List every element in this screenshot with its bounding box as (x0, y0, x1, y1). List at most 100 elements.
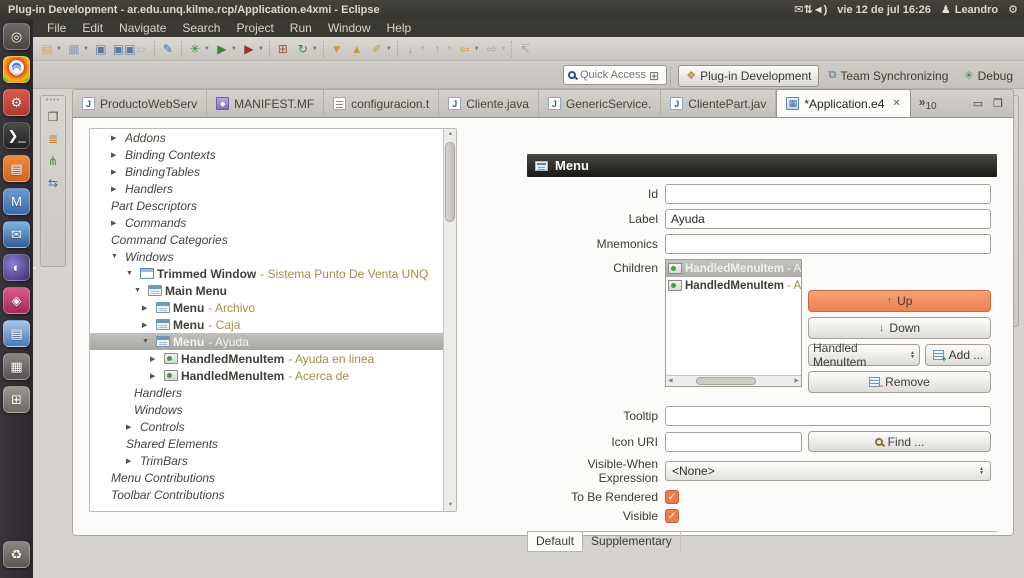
dropdown-arrow-icon[interactable]: ▼ (447, 46, 453, 52)
toolbar-button[interactable]: ▱ ▼ (131, 39, 151, 59)
tree-row[interactable]: Part Descriptors (90, 197, 456, 214)
toolbar-button[interactable]: ✎ ▼ (158, 39, 178, 59)
launcher-item[interactable]: ▸ ✉ ◂ (3, 221, 30, 248)
dropdown-arrow-icon[interactable]: ▼ (420, 46, 426, 52)
editor-tab[interactable]: ClientePart.jav (661, 90, 776, 117)
tooltip-field[interactable] (665, 406, 991, 426)
dropdown-arrow-icon[interactable]: ▼ (501, 46, 507, 52)
launcher-item[interactable]: ▸ ◎ ◂ (3, 23, 30, 50)
menu-item[interactable]: Run (282, 19, 320, 37)
visible-when-combo[interactable]: <None> ▲▼ (665, 461, 991, 481)
scroll-down-arrow[interactable]: ▼ (445, 500, 456, 511)
tree-row[interactable]: ▼ Menu Ayuda (90, 333, 456, 350)
toolbar-button[interactable]: ▲ ▼ (347, 39, 367, 59)
tree-row[interactable]: ▶ TrimBars (90, 452, 456, 469)
expand-arrow-icon[interactable]: ▶ (150, 355, 164, 363)
tree-row[interactable]: Shared Elements (90, 435, 456, 452)
perspective-button[interactable]: ⧉ Team Synchronizing (821, 66, 955, 86)
indicator-icon[interactable]: ◄) (813, 4, 828, 16)
tree-row[interactable]: Toolbar Contributions (90, 486, 456, 503)
tree-row[interactable]: ▶ Commands (90, 214, 456, 231)
to-be-rendered-checkbox[interactable] (665, 490, 679, 504)
editor-tab[interactable]: ProductoWebServ (73, 90, 207, 117)
menu-item[interactable]: Project (228, 19, 281, 37)
menu-item[interactable]: Window (320, 19, 379, 37)
children-list-item[interactable]: HandledMenuItem Ayu (666, 260, 801, 277)
tree-row[interactable]: ▶ Addons (90, 129, 456, 146)
expand-arrow-icon[interactable]: ▶ (111, 219, 125, 227)
close-tab-icon[interactable]: ✕ (892, 98, 900, 109)
minimized-view-icon[interactable]: ⋔ (43, 151, 63, 171)
children-list-item[interactable]: HandledMenuItem Ace (666, 277, 801, 294)
find-button[interactable]: Find ... (808, 431, 991, 452)
editor-tab[interactable]: Cliente.java (439, 90, 539, 117)
tree-row[interactable]: ▶ Menu Archivo (90, 299, 456, 316)
maximize-editor-icon[interactable]: ❐ (993, 97, 1003, 110)
expand-arrow-icon[interactable]: ▼ (126, 270, 140, 277)
children-list[interactable]: HandledMenuItem Ayu HandledMenuItem Ace (665, 259, 802, 387)
add-button[interactable]: + Add ... (925, 344, 991, 366)
down-button[interactable]: ↓ Down (808, 317, 991, 339)
toolbar-button[interactable]: ▶ ▼ (239, 39, 266, 59)
tree-row[interactable]: ▼ Main Menu (90, 282, 456, 299)
tree-row[interactable]: ▶ HandledMenuItem Ayuda en linea (90, 350, 456, 367)
toolbar-button[interactable]: ▦ ▼ (64, 39, 91, 59)
launcher-item[interactable]: ▸ ◈ ◂ (3, 287, 30, 314)
toolbar-button[interactable]: ✐ ▼ (367, 39, 394, 59)
menu-item[interactable]: Help (379, 19, 420, 37)
tree-row[interactable]: ▼ Windows (90, 248, 456, 265)
launcher-item[interactable]: ▸ ❯_ ◂ (3, 122, 30, 149)
tree-row[interactable]: Command Categories (90, 231, 456, 248)
editor-tab[interactable]: *Application.e4 ✕ (776, 89, 910, 117)
indicator-icon[interactable]: ✉ (794, 4, 803, 16)
open-perspective-icon[interactable]: ⊞ (645, 69, 663, 83)
minimize-editor-icon[interactable]: ▭ (973, 97, 983, 110)
menu-item[interactable]: Navigate (111, 19, 174, 37)
id-field[interactable] (665, 184, 991, 204)
expand-arrow-icon[interactable]: ▼ (142, 338, 156, 345)
menu-item[interactable]: File (39, 19, 74, 37)
toolbar-button[interactable]: ▣▣ ▼ (111, 39, 131, 59)
expand-arrow-icon[interactable]: ▶ (111, 151, 125, 159)
dropdown-arrow-icon[interactable]: ▼ (56, 46, 62, 52)
toolbar-button[interactable]: ▼ (508, 39, 515, 59)
tree-vertical-scrollbar[interactable]: ▲ ▼ (443, 129, 456, 511)
children-horizontal-scrollbar[interactable]: ◀▶ (666, 375, 801, 386)
tree-row[interactable]: ▶ HandledMenuItem Acerca de (90, 367, 456, 384)
toolbar-button[interactable]: ⇦ ▼ (455, 39, 482, 59)
form-subtab[interactable]: Default (527, 532, 583, 552)
expand-arrow-icon[interactable]: ▶ (150, 372, 164, 380)
menu-item[interactable]: Edit (74, 19, 111, 37)
dropdown-arrow-icon[interactable]: ▼ (474, 46, 480, 52)
toolbar-button[interactable]: ▼ (266, 39, 273, 59)
launcher-item[interactable]: ▸ ▤ ◂ (3, 155, 30, 182)
perspective-button[interactable]: ❖ Plug-in Development (678, 65, 819, 87)
toolbar-button[interactable]: ↑ ▼ (428, 39, 455, 59)
clock[interactable]: vie 12 de jul 16:26 (837, 4, 931, 16)
toolbar-button[interactable]: ▶ ▼ (212, 39, 239, 59)
icon-uri-field[interactable] (665, 432, 802, 452)
expand-arrow-icon[interactable]: ▶ (126, 457, 140, 465)
launcher-item[interactable]: ▸ ◐ ◂ (3, 254, 30, 281)
toolbar-button[interactable]: ▼ (178, 39, 185, 59)
toolbar-button[interactable]: ↓ ▼ (401, 39, 428, 59)
tree-row[interactable]: ▶ Handlers (90, 180, 456, 197)
expand-arrow-icon[interactable]: ▼ (111, 253, 125, 260)
child-type-combo[interactable]: Handled MenuItem ▲▼ (808, 344, 920, 366)
toolbar-button[interactable]: ↸ ▼ (515, 39, 535, 59)
toolbar-button[interactable]: ▼ ▼ (327, 39, 347, 59)
toolbar-button[interactable]: ✳ ▼ (185, 39, 212, 59)
dropdown-arrow-icon[interactable]: ▼ (312, 46, 318, 52)
minimized-view-icon[interactable]: ⇆ (43, 173, 63, 193)
expand-arrow-icon[interactable]: ▶ (142, 304, 156, 312)
dropdown-arrow-icon[interactable]: ▼ (258, 46, 264, 52)
scroll-up-arrow[interactable]: ▲ (445, 129, 456, 140)
tab-overflow-indicator[interactable]: »10 (919, 95, 937, 112)
tree-row[interactable]: Menu Contributions (90, 469, 456, 486)
launcher-item[interactable]: ▸ ▦ ◂ (3, 353, 30, 380)
minimized-view-icon[interactable]: ❐ (43, 107, 63, 127)
tree-row[interactable]: Windows (90, 401, 456, 418)
expand-arrow-icon[interactable]: ▶ (126, 423, 140, 431)
dropdown-arrow-icon[interactable]: ▼ (386, 46, 392, 52)
launcher-item[interactable]: ▸ ⊞ ◂ (3, 386, 30, 413)
